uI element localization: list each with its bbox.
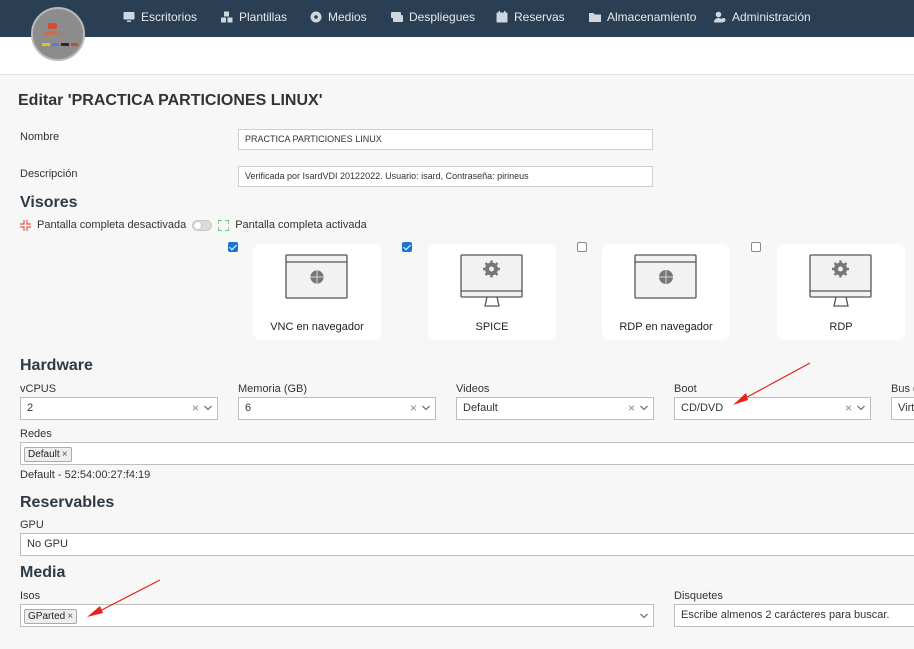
memory-label: Memoria (GB) xyxy=(238,383,308,395)
bus-label: Bus d xyxy=(891,383,914,395)
chevron-down-icon xyxy=(204,405,212,411)
gpu-select[interactable]: No GPU xyxy=(20,533,914,556)
nav-label: Plantillas xyxy=(239,10,288,24)
clear-icon[interactable]: × xyxy=(410,398,417,419)
nav-despliegues[interactable]: Despliegues xyxy=(391,10,475,24)
viewer-card-vnc[interactable]: VNC en navegador xyxy=(253,244,381,340)
viewers-section-title: Visores xyxy=(20,194,78,211)
stack-icon xyxy=(391,12,403,22)
nav-label: Escritorios xyxy=(141,10,198,24)
clear-icon[interactable]: × xyxy=(192,398,199,419)
boot-value: CD/DVD xyxy=(681,402,724,414)
nav-escritorios[interactable]: Escritorios xyxy=(123,10,197,24)
memory-value: 6 xyxy=(245,402,252,414)
media-section-title: Media xyxy=(20,564,66,581)
name-label: Nombre xyxy=(20,131,60,143)
nav-plantillas[interactable]: Plantillas xyxy=(221,10,287,24)
cubes-icon xyxy=(221,11,233,23)
compress-icon xyxy=(20,219,31,231)
viewer-label: RDP xyxy=(829,321,853,333)
viewer-card-rdp[interactable]: RDP xyxy=(777,244,905,340)
user-gear-icon xyxy=(714,11,726,23)
memory-select[interactable]: 6 × xyxy=(238,397,436,420)
viewer-card-spice[interactable]: SPICE xyxy=(428,244,556,340)
bus-value: Virt xyxy=(898,402,914,414)
remove-tag-icon[interactable]: × xyxy=(62,449,68,460)
viewer-checkbox-rdp-browser[interactable] xyxy=(577,242,587,252)
expand-icon xyxy=(218,219,230,231)
monitor-icon xyxy=(123,12,135,22)
sub-header-bar xyxy=(0,37,914,75)
iso-tag[interactable]: GParted × xyxy=(24,609,78,624)
boot-label: Boot xyxy=(674,383,697,395)
fullscreen-on-label: Pantalla completa activada xyxy=(235,219,367,231)
network-tag-label: Default xyxy=(28,449,60,460)
clear-icon[interactable]: × xyxy=(628,398,635,419)
annotation-arrow-iso xyxy=(87,579,161,617)
bus-select[interactable]: Virt xyxy=(891,397,914,420)
browser-globe-icon xyxy=(634,254,697,299)
nav-reservas[interactable]: Reservas xyxy=(496,10,565,24)
logo-text: ańeca xyxy=(44,28,63,37)
chevron-down-icon xyxy=(640,405,648,411)
chevron-down-icon xyxy=(640,613,648,619)
floppy-placeholder: Escribe almenos 2 carácteres para buscar… xyxy=(681,609,890,621)
top-navbar: Escritorios Plantillas Medios Despliegue… xyxy=(0,0,914,37)
viewer-card-rdp-browser[interactable]: RDP en navegador xyxy=(602,244,730,340)
videos-select[interactable]: Default × xyxy=(456,397,654,420)
annotation-arrow-boot xyxy=(733,362,811,405)
nav-label: Reservas xyxy=(514,10,565,24)
fullscreen-off-label: Pantalla completa desactivada xyxy=(37,219,187,231)
nav-label: Almacenamiento xyxy=(607,10,697,24)
viewer-label: SPICE xyxy=(475,321,509,333)
network-tag[interactable]: Default × xyxy=(24,447,72,462)
calendar-icon xyxy=(496,11,508,23)
viewer-checkbox-rdp[interactable] xyxy=(751,242,761,252)
videos-label: Videos xyxy=(456,383,490,395)
nav-label: Administración xyxy=(732,10,811,24)
gpu-value: No GPU xyxy=(27,538,68,550)
networks-label: Redes xyxy=(20,428,52,440)
viewer-checkbox-vnc[interactable] xyxy=(228,242,238,252)
browser-globe-icon xyxy=(285,254,348,299)
nav-label: Despliegues xyxy=(409,10,476,24)
monitor-gear-icon xyxy=(809,254,872,307)
isos-label: Isos xyxy=(20,590,41,602)
nav-administracion[interactable]: Administración xyxy=(714,10,811,24)
fullscreen-toggle[interactable] xyxy=(192,219,213,231)
chevron-down-icon xyxy=(422,405,430,411)
floppy-search-input[interactable]: Escribe almenos 2 carácteres para buscar… xyxy=(674,604,914,627)
hardware-section-title: Hardware xyxy=(20,357,93,374)
network-info: Default - 52:54:00:27:f4:19 xyxy=(20,469,151,481)
nav-medios[interactable]: Medios xyxy=(310,10,367,24)
page-title: Editar 'PRACTICA PARTICIONES LINUX' xyxy=(18,92,323,109)
folder-icon xyxy=(589,13,601,22)
viewer-label: RDP en navegador xyxy=(619,321,713,333)
vcpus-label: vCPUS xyxy=(20,383,57,395)
vcpus-select[interactable]: 2 × xyxy=(20,397,218,420)
monitor-gear-icon xyxy=(460,254,523,307)
fullscreen-toggle-row: Pantalla completa desactivada Pantalla c… xyxy=(20,219,367,231)
nav-almacenamiento[interactable]: Almacenamiento xyxy=(589,10,696,24)
app-logo[interactable]: ańeca xyxy=(31,7,85,61)
clear-icon[interactable]: × xyxy=(845,398,852,419)
description-field[interactable]: Verificada por IsardVDI 20122022. Usuari… xyxy=(238,166,653,187)
chevron-down-icon xyxy=(857,405,865,411)
nav-label: Medios xyxy=(328,10,367,24)
videos-value: Default xyxy=(463,402,498,414)
floppy-label: Disquetes xyxy=(674,590,723,602)
gpu-label: GPU xyxy=(20,519,44,531)
viewer-label: VNC en navegador xyxy=(270,321,364,333)
iso-tag-label: GParted xyxy=(28,611,66,622)
viewer-checkbox-spice[interactable] xyxy=(402,242,412,252)
description-label: Descripción xyxy=(20,168,78,180)
reservables-section-title: Reservables xyxy=(20,494,115,511)
vcpus-value: 2 xyxy=(27,402,34,414)
logo-dots xyxy=(42,43,78,46)
disc-icon xyxy=(310,11,322,23)
networks-select[interactable]: Default × xyxy=(20,442,914,465)
remove-tag-icon[interactable]: × xyxy=(67,611,73,622)
name-field[interactable]: PRACTICA PARTICIONES LINUX xyxy=(238,129,653,150)
